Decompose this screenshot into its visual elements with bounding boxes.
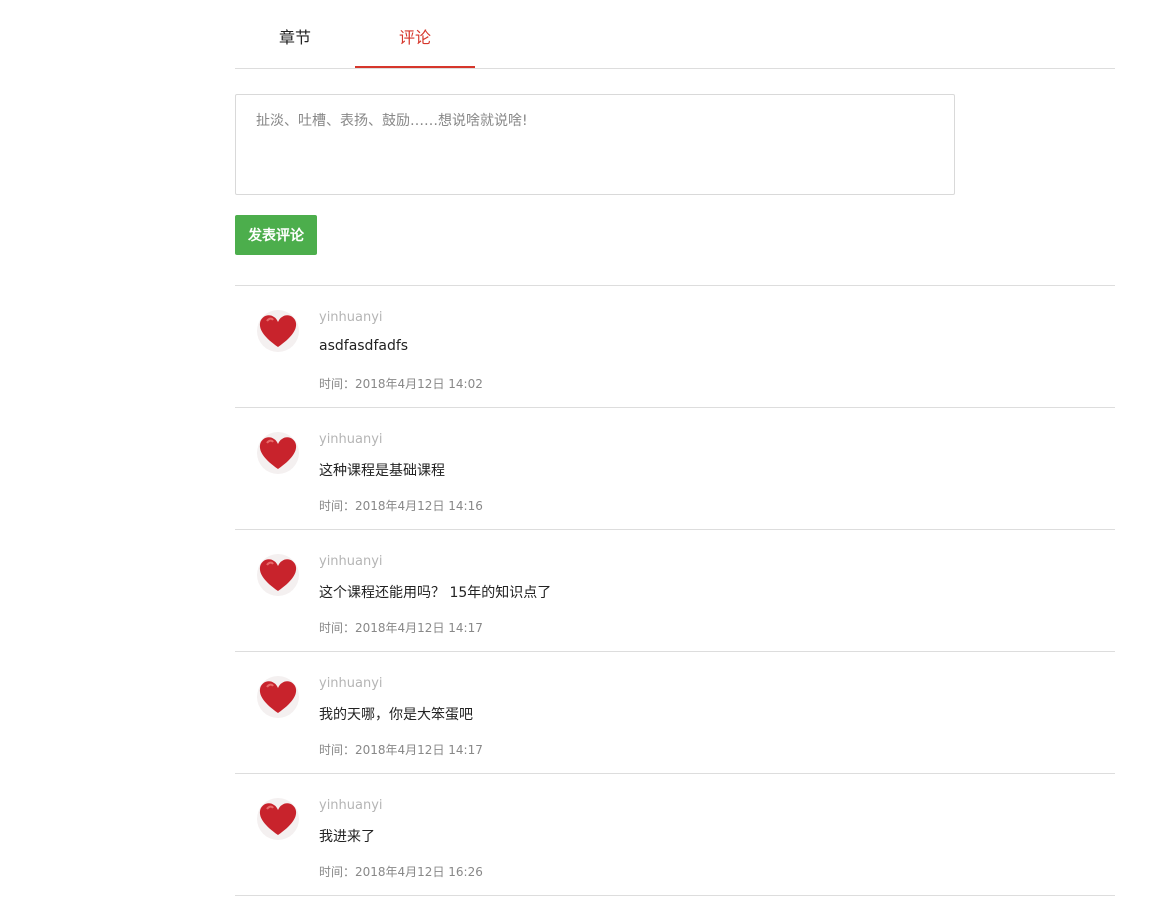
comment-item: yinhuanyi asdfasdfadfs 时间：2018年4月12日 14:… <box>235 286 1115 408</box>
comment-time: 时间：2018年4月12日 14:17 <box>319 743 483 757</box>
comment-item: yinhuanyi 我的天哪，你是大笨蛋吧 时间：2018年4月12日 14:1… <box>235 652 1115 774</box>
post-comment-button[interactable]: 发表评论 <box>235 215 317 255</box>
comment-time: 时间：2018年4月12日 16:26 <box>319 865 483 879</box>
comment-time: 时间：2018年4月12日 14:02 <box>319 377 483 391</box>
comment-text: asdfasdfadfs <box>319 338 409 354</box>
heart-icon[interactable] <box>257 798 299 840</box>
comment-username: yinhuanyi <box>319 676 383 691</box>
comment-username: yinhuanyi <box>319 554 383 569</box>
comment-username: yinhuanyi <box>319 310 383 325</box>
heart-icon[interactable] <box>257 676 299 718</box>
tab-chapters[interactable]: 章节 <box>235 0 355 68</box>
comment-text: 这种课程是基础课程 <box>319 463 445 479</box>
comment-item: yinhuanyi 我进来了 时间：2018年4月12日 16:26 <box>235 774 1115 896</box>
tab-comments[interactable]: 评论 <box>355 0 475 68</box>
comment-item: yinhuanyi 这种课程是基础课程 时间：2018年4月12日 14:16 <box>235 408 1115 530</box>
comment-time: 时间：2018年4月12日 14:16 <box>319 499 483 513</box>
comment-list: yinhuanyi asdfasdfadfs 时间：2018年4月12日 14:… <box>235 285 1115 896</box>
comment-username: yinhuanyi <box>319 798 383 813</box>
heart-icon[interactable] <box>257 310 299 352</box>
course-detail-panel: 章节 评论 发表评论 yinhuanyi asdfasdfadfs 时间：201… <box>235 0 1115 896</box>
tab-bar: 章节 评论 <box>235 0 1115 69</box>
comment-input[interactable] <box>235 94 955 195</box>
comment-text: 我进来了 <box>319 829 375 845</box>
heart-icon[interactable] <box>257 432 299 474</box>
comment-username: yinhuanyi <box>319 432 383 447</box>
heart-icon[interactable] <box>257 554 299 596</box>
comment-text: 这个课程还能用吗？ 15年的知识点了 <box>319 585 552 601</box>
comment-text: 我的天哪，你是大笨蛋吧 <box>319 707 473 723</box>
comment-time: 时间：2018年4月12日 14:17 <box>319 621 483 635</box>
comment-item: yinhuanyi 这个课程还能用吗？ 15年的知识点了 时间：2018年4月1… <box>235 530 1115 652</box>
